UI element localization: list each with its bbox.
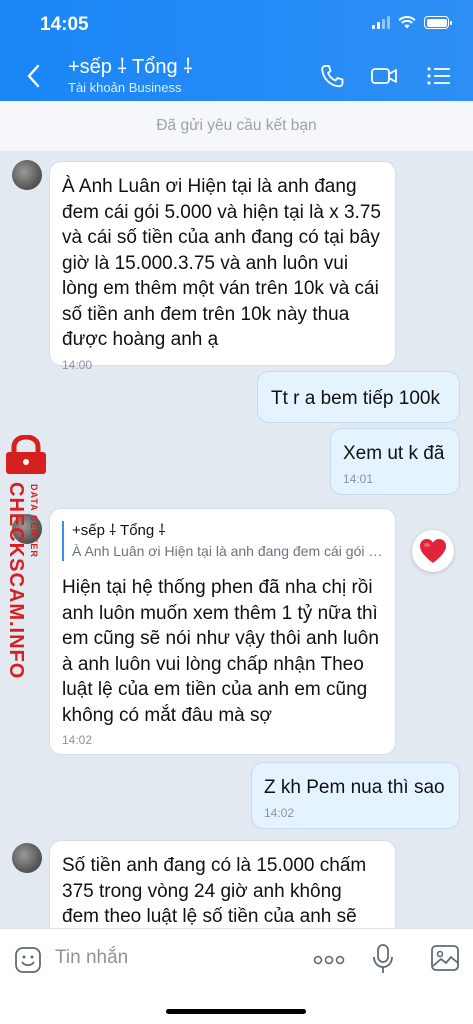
quoted-message[interactable]: +sếp ⸸ Tổng ⸸ À Anh Luân ơi Hiện tại là … — [62, 521, 383, 561]
heart-icon — [420, 539, 446, 563]
message-time: 14:02 — [264, 805, 295, 820]
message-text: Tt r a bem tiếp 100k — [271, 388, 440, 409]
quote-text: À Anh Luân ơi Hiện tại là anh đang đem c… — [72, 543, 383, 559]
chat-header: 14:05 +sếp ⸸ Tổng ⸸ Tài khoản Business — [0, 0, 473, 101]
incoming-message[interactable]: À Anh Luân ơi Hiện tại là anh đang đem c… — [49, 161, 396, 372]
wifi-icon — [398, 16, 416, 29]
message-time: 14:02 — [62, 733, 93, 747]
video-camera-icon[interactable] — [370, 63, 398, 89]
avatar[interactable] — [12, 843, 42, 873]
message-input[interactable]: Tin nhắn — [55, 947, 128, 969]
image-icon[interactable] — [430, 944, 460, 972]
home-indicator — [166, 1009, 306, 1014]
heart-reaction[interactable] — [412, 530, 454, 572]
watermark-subtext: DATA CENTER — [29, 484, 39, 558]
avatar[interactable] — [12, 160, 42, 190]
outgoing-message[interactable]: Xem ut k đã 14:01 — [330, 428, 460, 495]
contact-name[interactable]: +sếp ⸸ Tổng ⸸ — [68, 52, 193, 79]
battery-icon — [424, 16, 452, 29]
status-time: 14:05 — [40, 14, 89, 35]
lock-icon — [6, 435, 46, 474]
signal-icon — [372, 16, 390, 29]
message-text: À Anh Luân ơi Hiện tại là anh đang đem c… — [62, 176, 381, 350]
microphone-icon[interactable] — [372, 943, 394, 975]
message-text: Z kh Pem nua thì sao — [264, 777, 445, 798]
message-text: Xem ut k đã — [343, 443, 445, 464]
incoming-message[interactable]: +sếp ⸸ Tổng ⸸ À Anh Luân ơi Hiện tại là … — [49, 508, 396, 755]
outgoing-message[interactable]: Z kh Pem nua thì sao 14:02 — [251, 762, 460, 829]
message-time: 14:01 — [343, 471, 374, 486]
account-type: Tài khoản Business — [68, 80, 182, 95]
more-dots-icon[interactable] — [313, 955, 345, 965]
phone-icon[interactable] — [318, 63, 346, 89]
back-arrow-icon[interactable] — [22, 62, 46, 90]
list-menu-icon[interactable] — [425, 63, 453, 89]
outgoing-message[interactable]: Tt r a bem tiếp 100k — [257, 371, 460, 423]
quote-sender: +sếp ⸸ Tổng ⸸ — [72, 522, 166, 539]
message-text: Hiện tại hệ thống phen đã nha chị rồi an… — [62, 577, 379, 726]
status-icons — [372, 16, 452, 29]
sticker-smile-icon[interactable] — [14, 946, 42, 974]
watermark-text: CHECKSCAM.INFO — [5, 482, 27, 680]
friend-request-banner: Đã gửi yêu cầu kết bạn — [0, 101, 473, 151]
